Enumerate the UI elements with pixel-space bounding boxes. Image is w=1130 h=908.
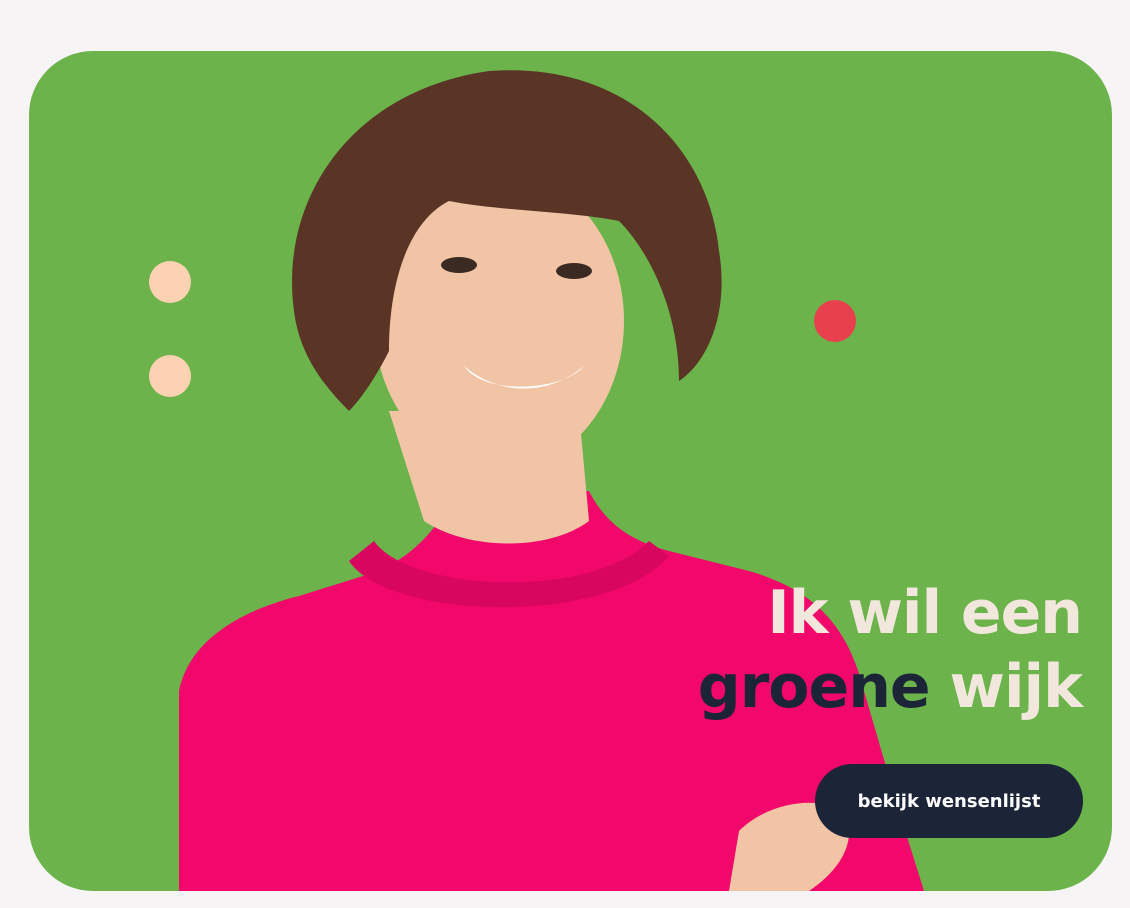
page: Ik wil een groene wijk bekijk wensenlijs… <box>0 0 1130 908</box>
eye-left <box>441 257 477 273</box>
headline-line-2-rest: wijk <box>929 652 1083 722</box>
headline-emphasis: groene <box>697 652 931 722</box>
hero-headline: Ik wil een groene wijk <box>697 576 1083 724</box>
hero-card: Ik wil een groene wijk bekijk wensenlijs… <box>29 51 1112 891</box>
headline-line-2: groene wijk <box>697 650 1083 724</box>
view-wishlist-button[interactable]: bekijk wensenlijst <box>815 764 1083 838</box>
eye-right <box>556 263 592 279</box>
headline-line-1: Ik wil een <box>767 578 1083 648</box>
